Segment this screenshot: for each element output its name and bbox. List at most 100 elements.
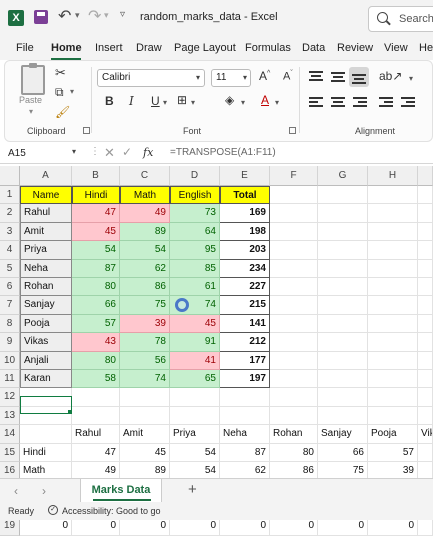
- transposed-header-cell[interactable]: Sanjay: [318, 425, 368, 444]
- table-header-math[interactable]: Math: [120, 186, 170, 205]
- font-name-select[interactable]: Calibri ▾: [97, 69, 205, 87]
- empty-cell[interactable]: [368, 351, 418, 370]
- name-box[interactable]: A15: [4, 146, 82, 162]
- search-box[interactable]: Search: [368, 6, 433, 32]
- empty-cell[interactable]: [418, 204, 433, 223]
- copy-icon[interactable]: ⧉: [55, 85, 64, 100]
- column-header-c[interactable]: C: [120, 166, 170, 186]
- enter-icon[interactable]: ✓: [122, 145, 132, 159]
- empty-cell[interactable]: [318, 204, 368, 223]
- table-cell-name[interactable]: Amit: [20, 222, 72, 242]
- column-header-d[interactable]: D: [170, 166, 220, 186]
- column-header-b[interactable]: B: [72, 166, 120, 186]
- empty-cell[interactable]: [368, 204, 418, 223]
- empty-cell[interactable]: [418, 351, 433, 370]
- transposed-header-cell[interactable]: Neha: [220, 425, 270, 444]
- empty-cell[interactable]: [318, 333, 368, 352]
- sheet-tab-marks-data[interactable]: Marks Data: [80, 479, 162, 503]
- underline-dropdown-icon[interactable]: ▾: [163, 98, 167, 107]
- empty-cell[interactable]: [418, 259, 433, 278]
- row-header-10[interactable]: 10: [0, 351, 20, 370]
- paste-icon[interactable]: [21, 63, 45, 95]
- empty-cell[interactable]: [368, 388, 418, 407]
- align-center-icon[interactable]: [331, 97, 345, 109]
- column-header-a[interactable]: A: [20, 166, 72, 186]
- transposed-header-cell[interactable]: Vik: [418, 425, 433, 444]
- empty-cell[interactable]: [418, 314, 433, 334]
- tab-file[interactable]: File: [16, 42, 34, 54]
- row-header-4[interactable]: 4: [0, 241, 20, 260]
- transposed-value-cell[interactable]: 47: [72, 443, 120, 462]
- transposed-header-cell[interactable]: Rahul: [72, 425, 120, 444]
- empty-cell[interactable]: [72, 406, 120, 426]
- table-cell-hindi[interactable]: 57: [72, 314, 120, 334]
- font-size-select[interactable]: 11 ▾: [211, 69, 251, 87]
- row-header-5[interactable]: 5: [0, 259, 20, 278]
- transposed-row-label[interactable]: Hindi: [20, 443, 72, 462]
- table-cell-english[interactable]: 64: [170, 222, 220, 242]
- transposed-header-cell[interactable]: Priya: [170, 425, 220, 444]
- format-painter-icon[interactable]: 🖌: [55, 105, 70, 119]
- column-header-i[interactable]: [418, 166, 433, 186]
- empty-cell[interactable]: [220, 406, 270, 426]
- table-cell-math[interactable]: 49: [120, 204, 170, 223]
- middle-align-icon[interactable]: [331, 71, 345, 83]
- decrease-font-size-icon[interactable]: Aˇ: [283, 70, 293, 83]
- row-header-7[interactable]: 7: [0, 296, 20, 315]
- table-cell-name[interactable]: Anjali: [20, 351, 72, 370]
- empty-cell[interactable]: [270, 241, 318, 260]
- clipboard-launcher-icon[interactable]: [83, 127, 90, 134]
- transposed-value-cell[interactable]: 45: [120, 443, 170, 462]
- borders-icon[interactable]: ⊞: [177, 93, 187, 107]
- italic-icon[interactable]: I: [129, 94, 134, 108]
- table-header-name[interactable]: Name: [20, 186, 72, 205]
- undo-dropdown-icon[interactable]: ▾: [75, 10, 80, 21]
- empty-cell[interactable]: [270, 406, 318, 426]
- column-header-e[interactable]: E: [220, 166, 270, 186]
- orientation-icon[interactable]: ab↗: [379, 69, 402, 83]
- empty-cell[interactable]: [270, 222, 318, 242]
- tab-review[interactable]: Review: [337, 42, 373, 54]
- formula-input[interactable]: =TRANSPOSE(A1:F11): [170, 147, 276, 158]
- font-launcher-icon[interactable]: [289, 127, 296, 134]
- table-cell-total[interactable]: 212: [220, 333, 270, 352]
- empty-cell[interactable]: [270, 370, 318, 389]
- tab-formulas[interactable]: Formulas: [245, 42, 291, 54]
- row-header-2[interactable]: 2: [0, 204, 20, 223]
- borders-dropdown-icon[interactable]: ▾: [191, 98, 195, 107]
- align-right-icon[interactable]: [353, 97, 367, 109]
- empty-cell[interactable]: [418, 388, 433, 407]
- column-header-g[interactable]: G: [318, 166, 368, 186]
- table-header-english[interactable]: English: [170, 186, 220, 205]
- top-align-icon[interactable]: [309, 71, 323, 83]
- column-header-f[interactable]: F: [270, 166, 318, 186]
- transposed-value-cell[interactable]: 54: [170, 443, 220, 462]
- empty-cell[interactable]: [418, 406, 433, 426]
- empty-cell[interactable]: [120, 406, 170, 426]
- empty-cell[interactable]: [270, 186, 318, 205]
- table-cell-name[interactable]: Vikas: [20, 333, 72, 352]
- empty-cell[interactable]: [418, 186, 433, 205]
- tab-view[interactable]: View: [384, 42, 408, 54]
- table-cell-math[interactable]: 74: [120, 370, 170, 389]
- table-cell-total[interactable]: 197: [220, 370, 270, 389]
- table-cell-hindi[interactable]: 80: [72, 351, 120, 370]
- table-cell-total[interactable]: 141: [220, 314, 270, 334]
- row-header-13[interactable]: 13: [0, 406, 20, 426]
- chevron-down-icon[interactable]: ▾: [72, 147, 76, 156]
- table-cell-hindi[interactable]: 43: [72, 333, 120, 352]
- table-cell-total[interactable]: 169: [220, 204, 270, 223]
- fill-color-dropdown-icon[interactable]: ▾: [241, 98, 245, 107]
- accessibility-status[interactable]: Accessibility: Good to go: [62, 506, 161, 516]
- empty-cell[interactable]: [318, 406, 368, 426]
- empty-cell[interactable]: [368, 296, 418, 315]
- table-cell-total[interactable]: 177: [220, 351, 270, 370]
- table-cell-english[interactable]: 85: [170, 259, 220, 278]
- bold-icon[interactable]: B: [105, 94, 114, 108]
- select-all-corner[interactable]: [0, 166, 20, 186]
- empty-cell[interactable]: [270, 278, 318, 297]
- redo-icon[interactable]: ↷: [88, 6, 101, 26]
- empty-cell[interactable]: [368, 333, 418, 352]
- previous-sheet-icon[interactable]: ‹: [14, 484, 18, 498]
- table-cell-math[interactable]: 39: [120, 314, 170, 334]
